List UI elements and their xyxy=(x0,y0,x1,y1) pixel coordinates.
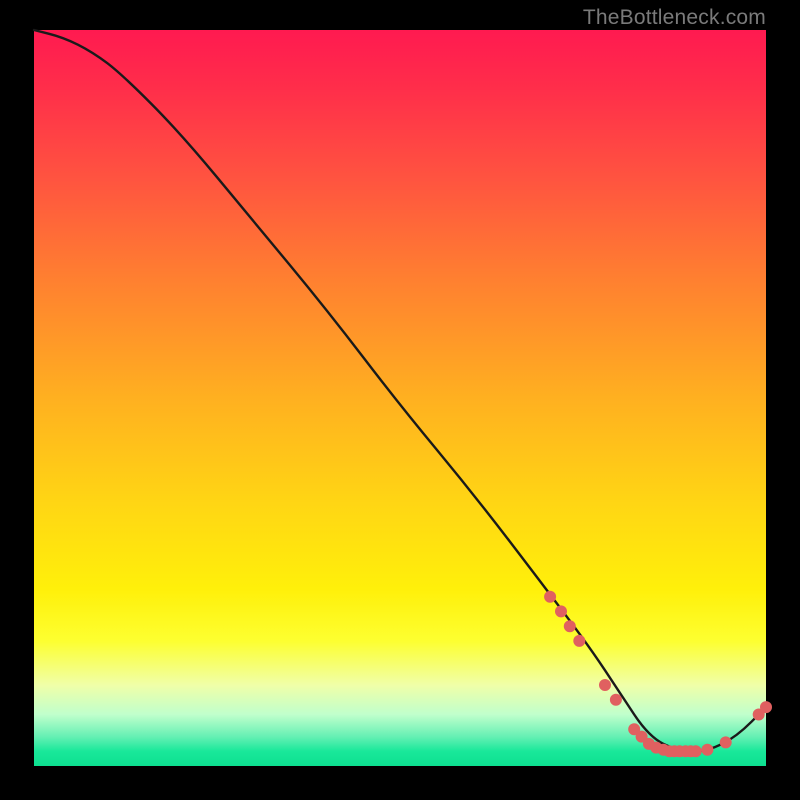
bottleneck-curve xyxy=(34,30,766,751)
data-marker xyxy=(701,744,713,756)
marker-group xyxy=(544,591,772,758)
plot-area xyxy=(34,30,766,766)
data-marker xyxy=(720,736,732,748)
data-marker xyxy=(564,620,576,632)
data-marker xyxy=(610,694,622,706)
data-marker xyxy=(573,635,585,647)
data-marker xyxy=(544,591,556,603)
data-marker xyxy=(599,679,611,691)
data-marker xyxy=(555,605,567,617)
curve-layer xyxy=(34,30,766,766)
data-marker xyxy=(760,701,772,713)
watermark-text: TheBottleneck.com xyxy=(583,6,766,30)
data-marker xyxy=(690,745,702,757)
chart-frame: TheBottleneck.com xyxy=(0,0,800,800)
